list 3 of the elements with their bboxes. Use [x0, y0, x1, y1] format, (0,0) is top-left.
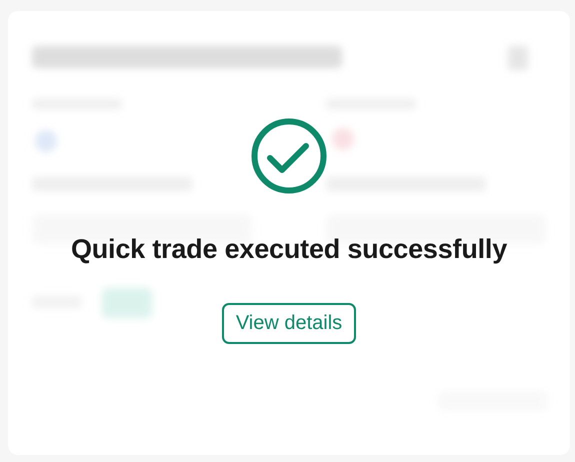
success-message: Quick trade executed successfully — [70, 234, 508, 265]
checkmark-circle-icon — [251, 118, 327, 194]
view-details-button[interactable]: View details — [222, 303, 356, 344]
